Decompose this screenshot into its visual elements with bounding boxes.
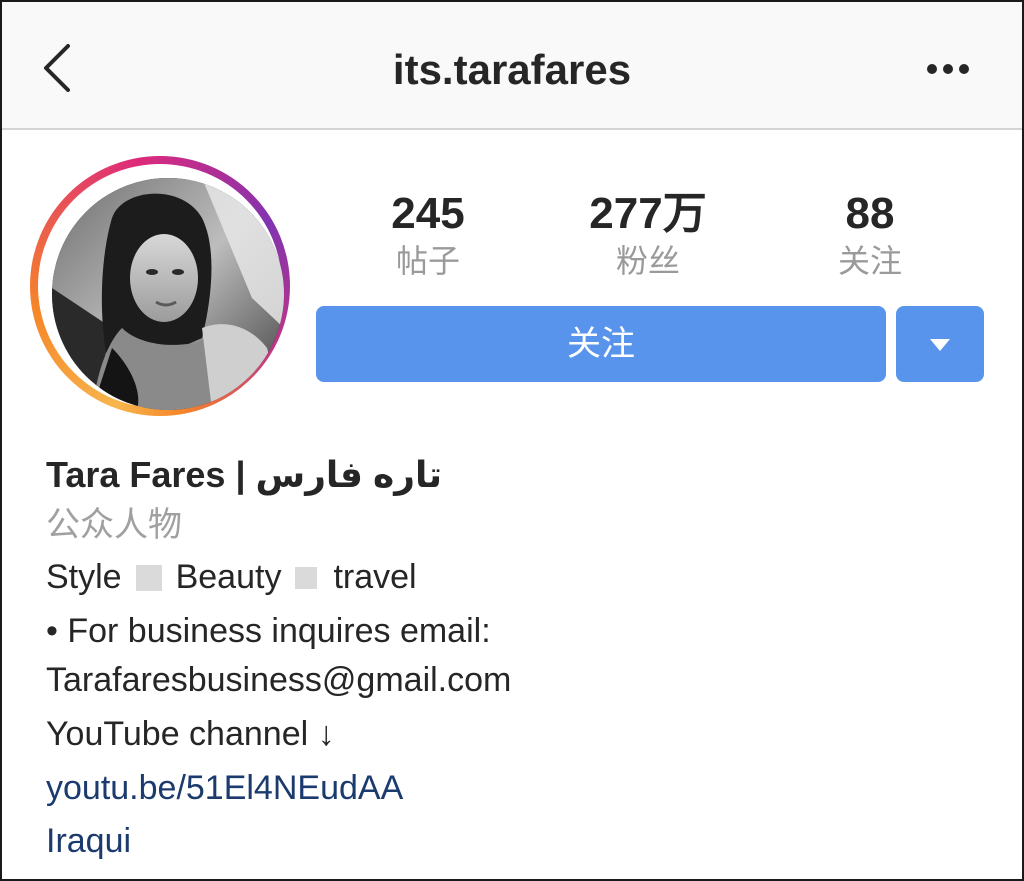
- posts-stat[interactable]: 245 帖子: [328, 188, 528, 282]
- profile-screen: its.tarafares 245 帖子 277万 粉丝 88 关注 关注 Ta…: [0, 0, 1024, 881]
- follow-button[interactable]: 关注: [316, 306, 886, 382]
- avatar[interactable]: [52, 178, 284, 410]
- profile-category: 公众人物: [46, 506, 182, 544]
- following-count: 88: [845, 189, 895, 238]
- bio-tag: Beauty: [175, 558, 282, 596]
- top-nav-bar: its.tarafares: [2, 2, 1022, 130]
- square-emoji-icon: [135, 565, 162, 591]
- posts-label: 帖子: [395, 243, 460, 279]
- bio-business-line: • For business inquires email:: [46, 612, 491, 650]
- profile-photo-icon: [52, 178, 284, 410]
- bio-youtube-line: YouTube channel ↓: [46, 715, 335, 753]
- story-ring[interactable]: [30, 156, 290, 416]
- bio-youtube-link[interactable]: youtu.be/51El4NEudAA: [46, 765, 403, 811]
- square-emoji-icon: [295, 567, 318, 589]
- more-options-button[interactable]: [922, 54, 974, 84]
- bio-tag: travel: [333, 558, 417, 596]
- profile-full-name: Tara Fares | تاره فارس: [46, 454, 443, 495]
- profile-username-title: its.tarafares: [392, 46, 632, 93]
- bio-tags-line: Style Beauty travel: [46, 554, 417, 600]
- following-label: 关注: [837, 243, 902, 279]
- posts-count: 245: [391, 189, 465, 238]
- following-stat[interactable]: 88 关注: [770, 188, 970, 282]
- followers-label: 粉丝: [615, 243, 680, 279]
- suggested-accounts-button[interactable]: [896, 306, 984, 382]
- bio-email: Tarafaresbusiness@gmail.com: [46, 661, 512, 699]
- caret-down-icon: [930, 339, 950, 351]
- bio-tag: Style: [46, 558, 122, 596]
- followers-count: 277万: [589, 189, 707, 238]
- more-horizontal-icon: [927, 64, 969, 74]
- bio-location-link[interactable]: Iraqui: [46, 818, 131, 864]
- followers-stat[interactable]: 277万 粉丝: [548, 188, 748, 282]
